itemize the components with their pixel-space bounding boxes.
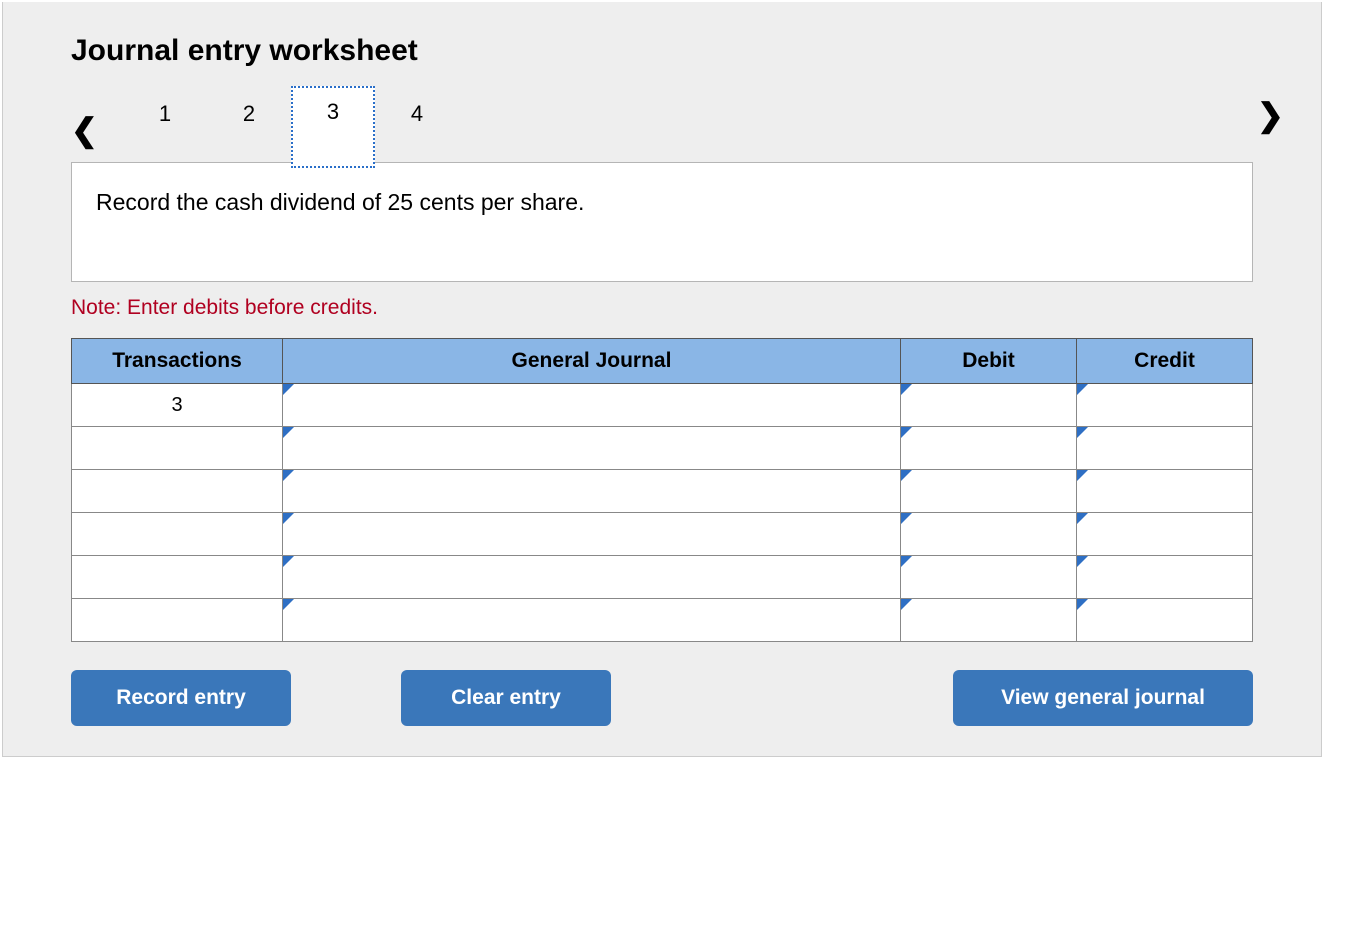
- dropdown-marker-icon: [901, 513, 912, 524]
- dropdown-marker-icon: [901, 384, 912, 395]
- dropdown-marker-icon: [1077, 470, 1088, 481]
- step-1[interactable]: 1: [123, 92, 207, 146]
- prompt-text: Record the cash dividend of 25 cents per…: [96, 189, 584, 215]
- table-row: 3: [72, 384, 1253, 427]
- cell-general-journal[interactable]: [283, 599, 901, 642]
- cell-credit[interactable]: [1077, 556, 1253, 599]
- step-2[interactable]: 2: [207, 92, 291, 146]
- cell-general-journal[interactable]: [283, 513, 901, 556]
- page-title: Journal entry worksheet: [71, 34, 1303, 68]
- dropdown-marker-icon: [901, 470, 912, 481]
- cell-credit[interactable]: [1077, 599, 1253, 642]
- dropdown-marker-icon: [283, 556, 294, 567]
- cell-credit[interactable]: [1077, 470, 1253, 513]
- step-4[interactable]: 4: [375, 92, 459, 146]
- cell-debit[interactable]: [901, 427, 1077, 470]
- dropdown-marker-icon: [283, 470, 294, 481]
- journal-table-wrap: Transactions General Journal Debit Credi…: [71, 338, 1253, 642]
- header-transactions: Transactions: [72, 339, 283, 384]
- table-row: [72, 470, 1253, 513]
- cell-debit[interactable]: [901, 556, 1077, 599]
- cell-debit[interactable]: [901, 384, 1077, 427]
- dropdown-marker-icon: [1077, 384, 1088, 395]
- cell-transaction: [72, 470, 283, 513]
- cell-transaction: [72, 427, 283, 470]
- dropdown-marker-icon: [901, 427, 912, 438]
- cell-general-journal[interactable]: [283, 470, 901, 513]
- dropdown-marker-icon: [283, 599, 294, 610]
- cell-debit[interactable]: [901, 599, 1077, 642]
- prev-arrow-icon[interactable]: ❮: [71, 111, 97, 149]
- table-row: [72, 599, 1253, 642]
- button-row: Record entry Clear entry View general jo…: [71, 670, 1253, 726]
- cell-transaction: [72, 513, 283, 556]
- header-debit: Debit: [901, 339, 1077, 384]
- cell-credit[interactable]: [1077, 384, 1253, 427]
- steps-container: 1 2 3 4: [123, 92, 459, 168]
- cell-transaction: [72, 556, 283, 599]
- dropdown-marker-icon: [283, 384, 294, 395]
- note-text: Note: Enter debits before credits.: [71, 296, 1303, 320]
- cell-transaction: 3: [72, 384, 283, 427]
- table-row: [72, 556, 1253, 599]
- step-3[interactable]: 3: [291, 86, 375, 168]
- table-row: [72, 513, 1253, 556]
- record-entry-button[interactable]: Record entry: [71, 670, 291, 726]
- cell-general-journal[interactable]: [283, 556, 901, 599]
- journal-tbody: 3: [72, 384, 1253, 642]
- view-general-journal-button[interactable]: View general journal: [953, 670, 1253, 726]
- cell-general-journal[interactable]: [283, 384, 901, 427]
- next-arrow-icon[interactable]: ❯: [1257, 96, 1283, 134]
- dropdown-marker-icon: [901, 556, 912, 567]
- dropdown-marker-icon: [901, 599, 912, 610]
- table-row: [72, 427, 1253, 470]
- cell-transaction: [72, 599, 283, 642]
- step-nav: ❮ 1 2 3 4 ❯: [71, 92, 1253, 168]
- cell-general-journal[interactable]: [283, 427, 901, 470]
- prompt-box: Record the cash dividend of 25 cents per…: [71, 162, 1253, 282]
- cell-credit[interactable]: [1077, 513, 1253, 556]
- journal-table: Transactions General Journal Debit Credi…: [71, 338, 1253, 642]
- dropdown-marker-icon: [283, 427, 294, 438]
- cell-credit[interactable]: [1077, 427, 1253, 470]
- dropdown-marker-icon: [1077, 556, 1088, 567]
- cell-debit[interactable]: [901, 470, 1077, 513]
- dropdown-marker-icon: [1077, 427, 1088, 438]
- cell-debit[interactable]: [901, 513, 1077, 556]
- clear-entry-button[interactable]: Clear entry: [401, 670, 611, 726]
- dropdown-marker-icon: [1077, 599, 1088, 610]
- worksheet-panel: Journal entry worksheet ❮ 1 2 3 4 ❯ Reco…: [2, 2, 1322, 757]
- dropdown-marker-icon: [283, 513, 294, 524]
- header-general-journal: General Journal: [283, 339, 901, 384]
- header-credit: Credit: [1077, 339, 1253, 384]
- dropdown-marker-icon: [1077, 513, 1088, 524]
